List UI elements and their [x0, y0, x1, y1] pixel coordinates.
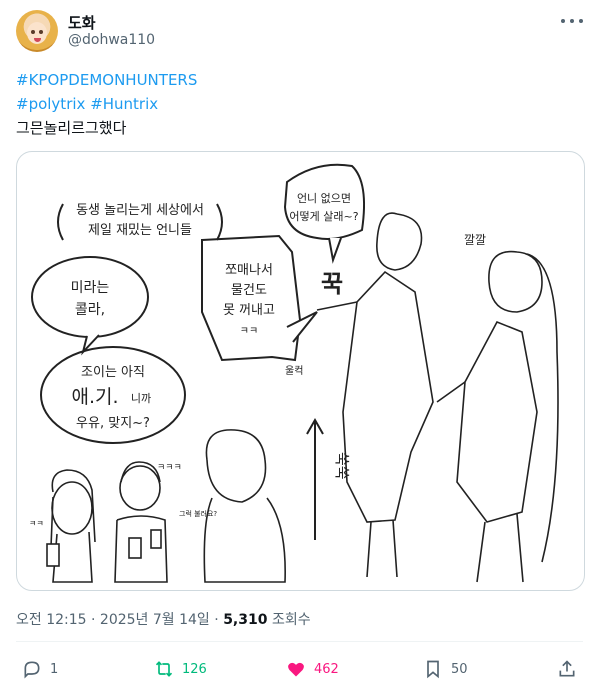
character-longhair-right: [436, 250, 559, 583]
caption-line2: 제일 재밌는 언니들: [88, 223, 192, 238]
speech-bubble-rumi: [201, 234, 302, 362]
sfx-text: 꾹: [321, 270, 343, 298]
repost-icon: [155, 661, 173, 677]
avatar[interactable]: [16, 10, 58, 52]
bubble-text: 쪼매나서: [225, 263, 273, 278]
bubble-text: 물건도: [231, 283, 267, 298]
bubble-text: 못 꺼내고: [223, 303, 275, 318]
up-arrow: [306, 417, 324, 540]
more-options-icon[interactable]: [561, 14, 583, 28]
author-handle[interactable]: @dohwa110: [68, 32, 155, 48]
bookmark-icon: [427, 660, 439, 679]
view-label: 조회수: [271, 612, 311, 628]
repost-count: 126: [182, 661, 207, 677]
caption-line1: 동생 놀리는게 세상에서: [76, 203, 204, 218]
character-zoey: [114, 461, 168, 583]
post-body: 그믄놀리르그했다: [16, 119, 127, 137]
reply-button[interactable]: 1: [22, 655, 58, 683]
character-tall-center: [316, 212, 434, 578]
hashtag-link[interactable]: #polytrix: [16, 95, 85, 113]
share-button[interactable]: [557, 655, 585, 683]
bubble-text: 언니 없으면: [297, 192, 351, 205]
bookmark-button[interactable]: 50: [423, 655, 468, 683]
like-button[interactable]: 462: [286, 655, 339, 683]
sfx-text: ㅋㅋㅋ: [157, 463, 182, 473]
bubble-text: 애.기.: [71, 386, 118, 408]
character-mira: [46, 469, 96, 583]
hashtag-link[interactable]: #Huntrix: [90, 95, 158, 113]
share-icon: [559, 660, 575, 677]
bookmark-count: 50: [451, 661, 468, 677]
bubble-text: 미라는: [71, 280, 110, 296]
caption-bracket: [57, 203, 64, 241]
reply-count: 1: [50, 661, 59, 677]
sfx-text: 그럭 불러요?: [179, 509, 217, 518]
post-meta: 오전 12:15 · 2025년 7월 14일 · 5,310 조회수: [16, 612, 311, 628]
reply-icon: [24, 661, 40, 679]
bubble-text: ㅋㅋ: [240, 326, 258, 337]
bubble-text: 니까: [131, 392, 151, 405]
bubble-text: 우유, 맞지~?: [76, 416, 150, 431]
character-rumi-back: [203, 429, 286, 583]
hashtag-link[interactable]: #KPOPDEMONHUNTERS: [16, 71, 197, 89]
sfx-text: 깔깔: [464, 233, 486, 247]
post-date[interactable]: 2025년 7월 14일: [100, 612, 210, 628]
post-time[interactable]: 오전 12:15: [16, 612, 87, 628]
speech-bubble-mira: [31, 256, 149, 338]
bubble-text: 어떻게 살래~?: [289, 210, 358, 223]
post-text: #KPOPDEMONHUNTERS #polytrix #Huntrix 그믄놀…: [16, 68, 197, 140]
repost-button[interactable]: 126: [154, 655, 207, 683]
divider: [16, 641, 583, 642]
bubble-text: 콜라,: [75, 302, 105, 318]
post-image[interactable]: 동생 놀리는게 세상에서 제일 재밌는 언니들 미라는 콜라, 조이는 아직 애…: [16, 151, 585, 591]
sfx-text: ㅋㅋ: [29, 519, 44, 528]
like-count: 462: [314, 661, 339, 677]
post-header: 도화 @dohwa110: [16, 10, 583, 58]
sfx-text: 쑥쑥: [333, 452, 351, 480]
view-count: 5,310: [223, 612, 268, 628]
action-bar: 1 126 462 50: [16, 655, 583, 683]
author-name[interactable]: 도화: [68, 12, 96, 33]
sfx-text: 울컥: [285, 365, 303, 377]
bubble-text: 조이는 아직: [81, 365, 145, 380]
heart-icon: [288, 662, 304, 677]
